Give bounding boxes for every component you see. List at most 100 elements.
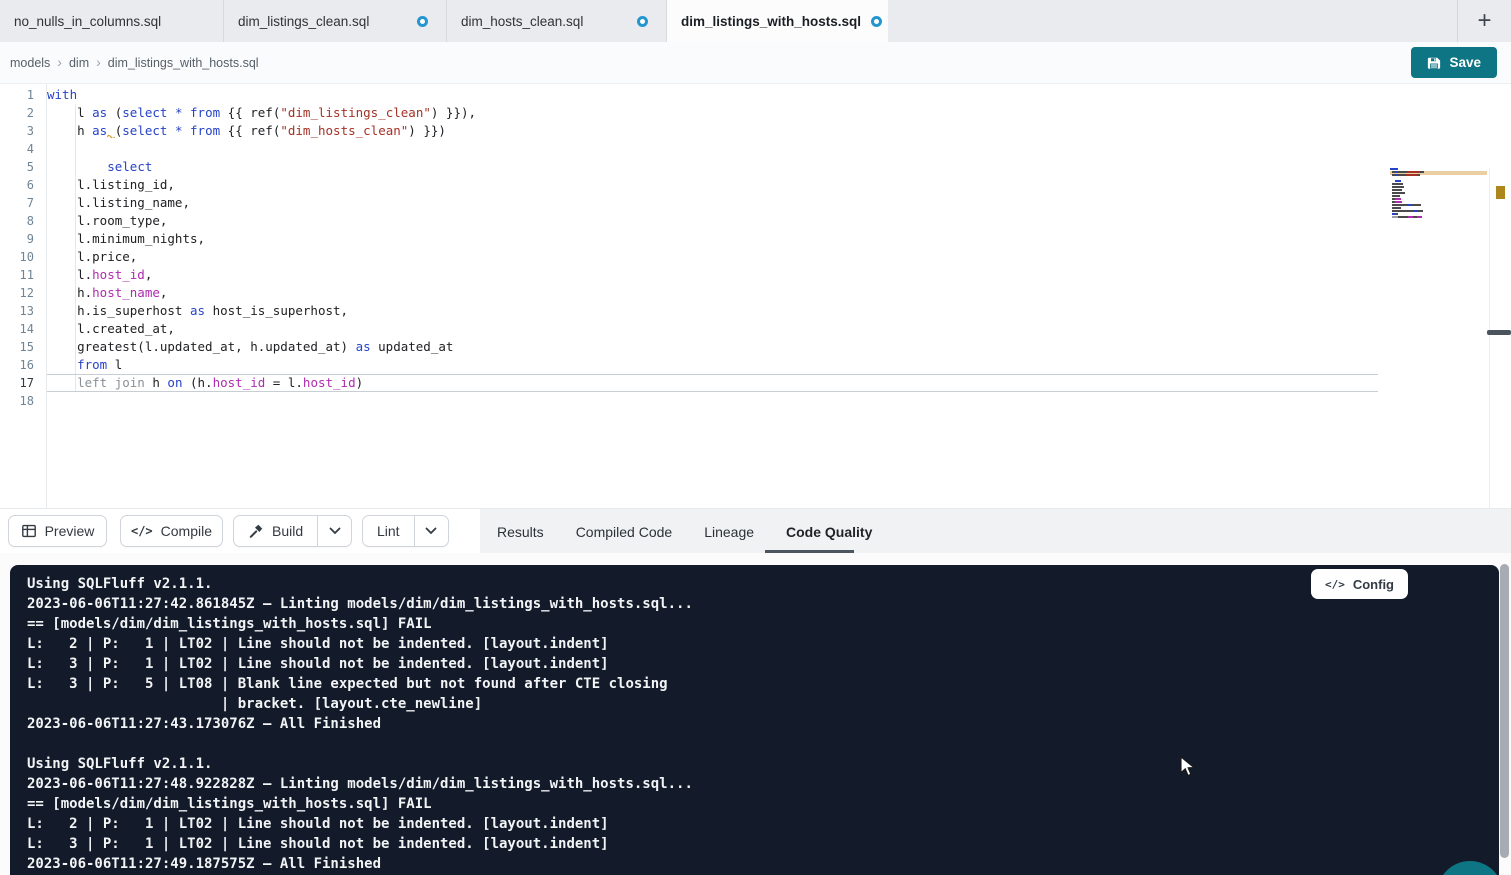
line-number: 12 bbox=[0, 284, 46, 302]
minimap-segment bbox=[1392, 195, 1400, 197]
code-line[interactable]: h.is_superhost as host_is_superhost, bbox=[47, 302, 1391, 320]
code-token: l.created_at, bbox=[47, 321, 175, 336]
code-token: h bbox=[47, 123, 92, 138]
code-token: select bbox=[122, 123, 167, 138]
code-line[interactable]: select bbox=[47, 158, 1391, 176]
code-line[interactable]: l.minimum_nights, bbox=[47, 230, 1391, 248]
code-line[interactable]: l.created_at, bbox=[47, 320, 1391, 338]
code-token: , bbox=[160, 285, 168, 300]
code-line[interactable]: l.host_id, bbox=[47, 266, 1391, 284]
terminal-scrollbar-thumb[interactable] bbox=[1500, 564, 1509, 858]
line-number: 9 bbox=[0, 230, 46, 248]
build-dropdown-toggle[interactable] bbox=[317, 516, 351, 546]
code-line[interactable]: l.listing_name, bbox=[47, 194, 1391, 212]
code-token: on bbox=[167, 375, 182, 390]
file-tab-dim_listings_with_hosts.sql[interactable]: dim_listings_with_hosts.sql bbox=[667, 0, 888, 42]
chevron-down-icon bbox=[329, 527, 341, 535]
result-tab-code-quality[interactable]: Code Quality bbox=[786, 524, 872, 540]
code-token: ) }}), bbox=[431, 105, 476, 120]
code-token: * bbox=[175, 105, 183, 120]
code-line[interactable]: left join h on (h.host_id = l.host_id) bbox=[47, 374, 1391, 392]
code-token: greatest(l.updated_at, h.updated_at) bbox=[47, 339, 356, 354]
new-tab-button[interactable]: + bbox=[1457, 0, 1511, 42]
code-line[interactable]: l as (select * from {{ ref("dim_listings… bbox=[47, 104, 1391, 122]
breadcrumb-item[interactable]: models bbox=[10, 56, 50, 70]
code-line[interactable]: from l bbox=[47, 356, 1391, 374]
code-token bbox=[167, 105, 175, 120]
line-number: 11 bbox=[0, 266, 46, 284]
editor-scrollbar-thumb[interactable] bbox=[1487, 330, 1511, 335]
build-button-label: Build bbox=[272, 523, 303, 539]
lint-button[interactable]: Lint bbox=[363, 516, 414, 546]
minimap-segment bbox=[1420, 171, 1424, 173]
code-token: "dim_hosts_clean" bbox=[280, 123, 408, 138]
code-token bbox=[47, 159, 107, 174]
file-tab-label: dim_hosts_clean.sql bbox=[461, 14, 583, 29]
code-line[interactable]: l.listing_id, bbox=[47, 176, 1391, 194]
breadcrumb-bar: models›dim›dim_listings_with_hosts.sql S… bbox=[0, 42, 1511, 84]
file-tab-dim_listings_clean.sql[interactable]: dim_listings_clean.sql bbox=[224, 0, 447, 42]
code-token bbox=[183, 105, 191, 120]
minimap-row bbox=[1390, 210, 1463, 212]
code-editor[interactable]: 123456789101112131415161718 with l as (s… bbox=[0, 84, 1511, 508]
table-grid-icon bbox=[21, 523, 37, 539]
code-token: left join bbox=[47, 375, 145, 390]
code-token: , bbox=[145, 267, 153, 282]
lint-warning-marker[interactable] bbox=[1496, 186, 1505, 199]
chevron-down-icon bbox=[425, 527, 437, 535]
file-tab-no_nulls_in_columns.sql[interactable]: no_nulls_in_columns.sql bbox=[0, 0, 224, 42]
code-line[interactable]: h as (select * from {{ ref("dim_hosts_cl… bbox=[47, 122, 1391, 140]
code-token: updated_at bbox=[371, 339, 454, 354]
code-token bbox=[183, 123, 191, 138]
breadcrumb-item[interactable]: dim bbox=[69, 56, 89, 70]
compile-button[interactable]: </> Compile bbox=[120, 515, 223, 547]
build-button[interactable]: Build bbox=[234, 516, 317, 546]
code-token: host_id bbox=[213, 375, 266, 390]
minimap-segment bbox=[1395, 198, 1401, 200]
code-area[interactable]: with l as (select * from {{ ref("dim_lis… bbox=[47, 84, 1391, 410]
code-token: as bbox=[190, 303, 205, 318]
code-token: as bbox=[92, 123, 107, 138]
terminal-zone: Using SQLFluff v2.1.1. 2023-06-06T11:27:… bbox=[0, 553, 1511, 875]
preview-button[interactable]: Preview bbox=[8, 515, 107, 547]
file-tab-bar: no_nulls_in_columns.sqldim_listings_clea… bbox=[0, 0, 1511, 42]
code-token bbox=[167, 123, 175, 138]
minimap-row bbox=[1390, 216, 1463, 218]
line-number-gutter: 123456789101112131415161718 bbox=[0, 84, 47, 508]
code-line[interactable]: l.price, bbox=[47, 248, 1391, 266]
line-number: 13 bbox=[0, 302, 46, 320]
code-token: as bbox=[356, 339, 371, 354]
code-token: host_is_superhost, bbox=[205, 303, 348, 318]
line-number: 8 bbox=[0, 212, 46, 230]
code-line[interactable]: h.host_name, bbox=[47, 284, 1391, 302]
action-toolbar: Preview </> Compile Build bbox=[0, 508, 1511, 553]
minimap-segment bbox=[1392, 186, 1404, 188]
hammer-icon bbox=[248, 523, 264, 539]
save-button[interactable]: Save bbox=[1411, 47, 1497, 78]
code-line[interactable]: l.room_type, bbox=[47, 212, 1391, 230]
result-tab-results[interactable]: Results bbox=[497, 524, 544, 540]
unsaved-changes-dot-icon bbox=[417, 16, 428, 27]
code-line[interactable] bbox=[47, 140, 1391, 158]
file-tab-dim_hosts_clean.sql[interactable]: dim_hosts_clean.sql bbox=[447, 0, 667, 42]
minimap[interactable] bbox=[1390, 168, 1463, 228]
code-token: host_id bbox=[92, 267, 145, 282]
minimap-row bbox=[1390, 189, 1463, 191]
result-tab-lineage[interactable]: Lineage bbox=[704, 524, 754, 540]
minimap-segment bbox=[1396, 213, 1398, 215]
code-line[interactable]: greatest(l.updated_at, h.updated_at) as … bbox=[47, 338, 1391, 356]
code-token: h.is_superhost bbox=[47, 303, 190, 318]
code-line[interactable] bbox=[47, 392, 1391, 410]
line-number: 3 bbox=[0, 122, 46, 140]
line-number: 5 bbox=[0, 158, 46, 176]
result-tab-compiled-code[interactable]: Compiled Code bbox=[576, 524, 673, 540]
code-token: = l. bbox=[265, 375, 303, 390]
minimap-row bbox=[1390, 198, 1463, 200]
lint-dropdown-toggle[interactable] bbox=[414, 516, 448, 546]
lint-config-button[interactable]: </> Config bbox=[1311, 569, 1408, 599]
breadcrumb-item[interactable]: dim_listings_with_hosts.sql bbox=[108, 56, 259, 70]
line-number: 10 bbox=[0, 248, 46, 266]
code-token: from bbox=[190, 123, 220, 138]
code-line[interactable]: with bbox=[47, 86, 1391, 104]
minimap-segment bbox=[1392, 207, 1401, 209]
